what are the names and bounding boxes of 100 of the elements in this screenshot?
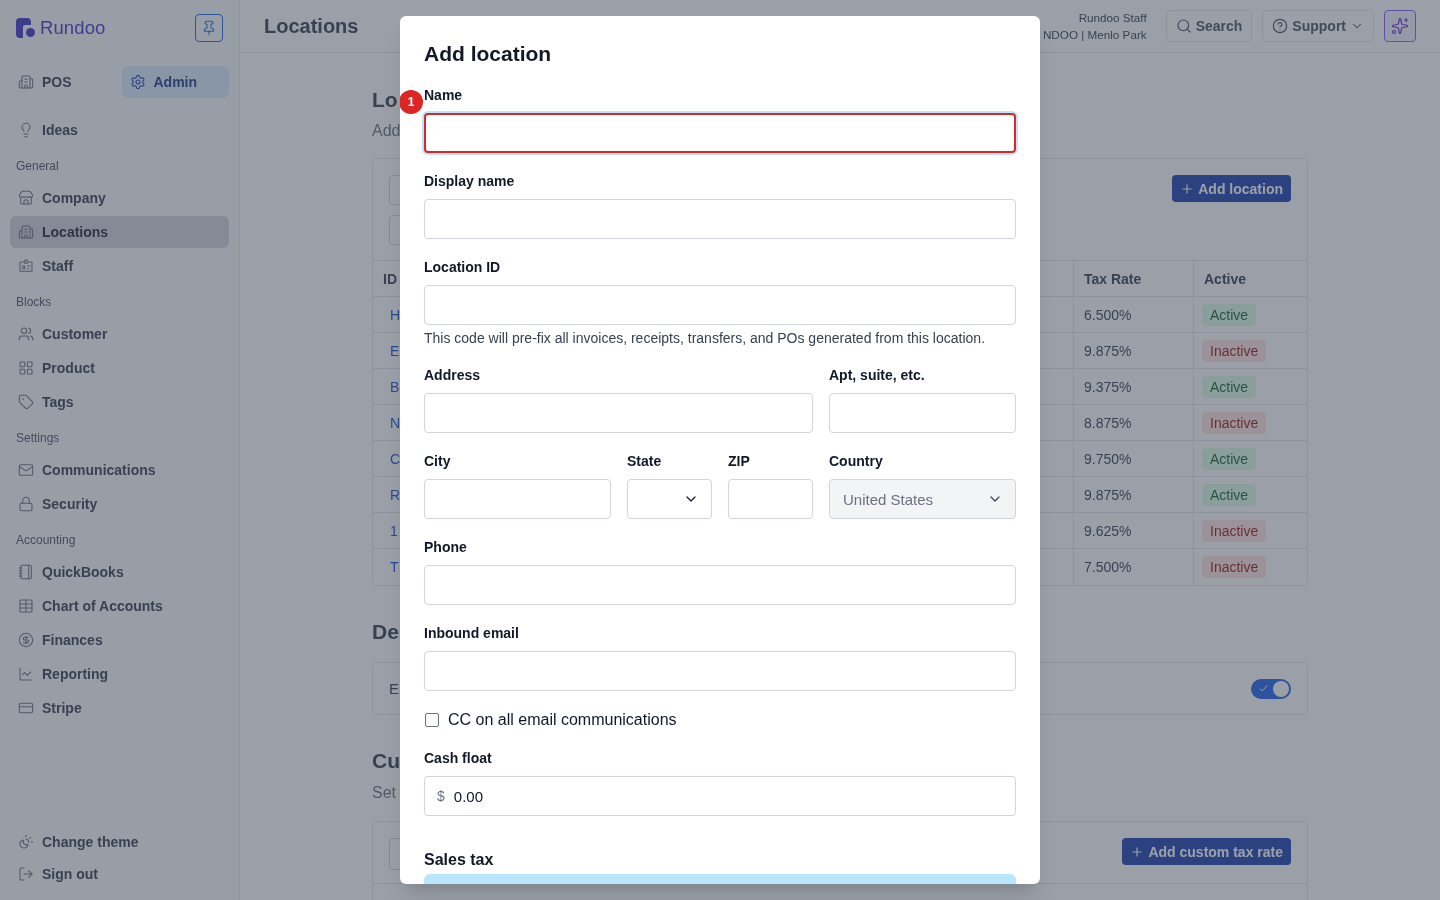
field-label: Location ID [424, 258, 501, 276]
table-cell: 9.750% [1084, 450, 1132, 467]
table-cell: 9.625% [1084, 522, 1132, 539]
nav-item[interactable]: Stripe [10, 692, 229, 724]
sparkles-button[interactable] [1384, 10, 1416, 42]
nav-item[interactable]: Security [10, 488, 229, 520]
nav-item[interactable]: Tags [10, 386, 229, 418]
field-label: Inbound email [424, 624, 519, 642]
field-label: Apt, suite, etc. [829, 366, 925, 384]
user-org: NDOO | Menlo Park [1042, 27, 1147, 43]
lock-icon [18, 496, 34, 512]
field-label: Country [829, 452, 883, 470]
nav-item[interactable]: Communications [10, 454, 229, 486]
text-field[interactable] [424, 113, 1016, 153]
field-label: Address [424, 366, 481, 384]
section-heading: Lo [372, 87, 398, 113]
nav-item[interactable]: Reporting [10, 658, 229, 690]
location-link[interactable]: R [390, 486, 401, 503]
toggle-switch[interactable] [1251, 678, 1291, 699]
help-icon [1272, 18, 1289, 34]
lightbulb-icon [18, 122, 34, 138]
section-subtitle: Set [372, 783, 396, 803]
table-cell: 8.875% [1084, 414, 1132, 431]
users-icon [18, 326, 34, 342]
mode-tab[interactable]: POS [10, 66, 118, 98]
nav-item[interactable]: Staff [10, 250, 229, 282]
settings-icon [129, 74, 146, 90]
section-title: General [15, 158, 60, 174]
location-link[interactable]: H [390, 306, 401, 323]
status-badge: Active [1202, 447, 1257, 470]
column-header: Active [1204, 270, 1247, 287]
column-header: Tax Rate [1084, 270, 1142, 287]
status-badge: Inactive [1202, 519, 1267, 542]
plus-icon [1180, 181, 1195, 196]
location-link[interactable]: N [390, 414, 401, 431]
status-badge: Inactive [1202, 411, 1267, 434]
status-badge: Active [1202, 375, 1257, 398]
nav-item[interactable]: Change theme [10, 826, 229, 858]
nav-item[interactable]: Company [10, 182, 229, 214]
add-location-button[interactable]: Add location [1172, 175, 1291, 202]
building-icon [18, 74, 34, 90]
table-cell: 9.875% [1084, 342, 1132, 359]
pin-icon [201, 20, 217, 36]
nav-item[interactable]: Customer [10, 318, 229, 350]
sparkles-icon [1391, 17, 1409, 35]
nav-item[interactable]: Finances [10, 624, 229, 656]
section-title: Settings [15, 430, 61, 446]
nav-item[interactable]: Locations [10, 216, 229, 248]
field-label: City [424, 452, 451, 470]
line-chart-icon [18, 666, 34, 682]
page-title: Locations [264, 14, 359, 38]
support-button[interactable]: Support [1262, 10, 1374, 42]
status-badge: Inactive [1202, 556, 1267, 578]
building-icon [18, 224, 34, 240]
section-heading: Sales tax [424, 850, 494, 870]
search-button[interactable]: Search [1165, 10, 1253, 42]
location-link[interactable]: T [390, 559, 399, 575]
dialog-title: Add location [424, 41, 553, 67]
add-tax-rate-button[interactable]: Add custom tax rate [1122, 838, 1291, 865]
nav-item[interactable]: Ideas [10, 114, 229, 146]
field-label: State [627, 452, 662, 470]
section-subtitle: Add [372, 121, 401, 141]
status-badge: Inactive [1202, 339, 1267, 362]
brand-name: Rundoo [40, 17, 106, 39]
nav-item[interactable]: Product [10, 352, 229, 384]
select-field[interactable] [627, 479, 712, 519]
table-cell: 9.375% [1084, 378, 1132, 395]
search-icon [1175, 18, 1192, 34]
section-title: Blocks [15, 294, 53, 310]
location-link[interactable]: E [390, 342, 400, 359]
store-icon [18, 190, 34, 206]
nav-item[interactable]: Sign out [10, 858, 229, 890]
location-link[interactable]: C [390, 450, 401, 467]
dollar-circle-icon [18, 632, 34, 648]
logo-icon [16, 18, 36, 38]
plus-icon [1130, 844, 1145, 859]
help-text: This code will pre-fix all invoices, receipts, transfers, and POs generated from this location. [424, 329, 987, 347]
location-link[interactable]: 1 [390, 522, 398, 539]
nav-item[interactable]: Chart of Accounts [10, 590, 229, 622]
nav-item[interactable]: QuickBooks [10, 556, 229, 588]
setting-label: E [389, 680, 399, 697]
number-badge: 1 [400, 90, 423, 114]
table-icon [18, 598, 34, 614]
mail-icon [18, 462, 34, 478]
currency-field[interactable]: $ 0.00 [424, 776, 1016, 816]
mode-tab[interactable]: Admin [121, 66, 229, 98]
column-header: ID [383, 270, 397, 287]
status-badge: Active [1202, 483, 1257, 506]
field-label: Display name [424, 172, 515, 190]
field-label: Cash float [424, 749, 492, 767]
checkbox-label: CC on all email communications [448, 711, 677, 729]
location-link[interactable]: B [390, 378, 400, 395]
checkbox[interactable] [425, 713, 439, 727]
id-badge-icon [18, 258, 34, 274]
check-icon [1258, 683, 1269, 694]
field-label: Phone [424, 538, 467, 556]
user-name: Rundoo Staff [1078, 10, 1147, 26]
field-label: Name [424, 86, 463, 104]
grid-icon [18, 360, 34, 376]
pin-button[interactable] [195, 14, 223, 42]
